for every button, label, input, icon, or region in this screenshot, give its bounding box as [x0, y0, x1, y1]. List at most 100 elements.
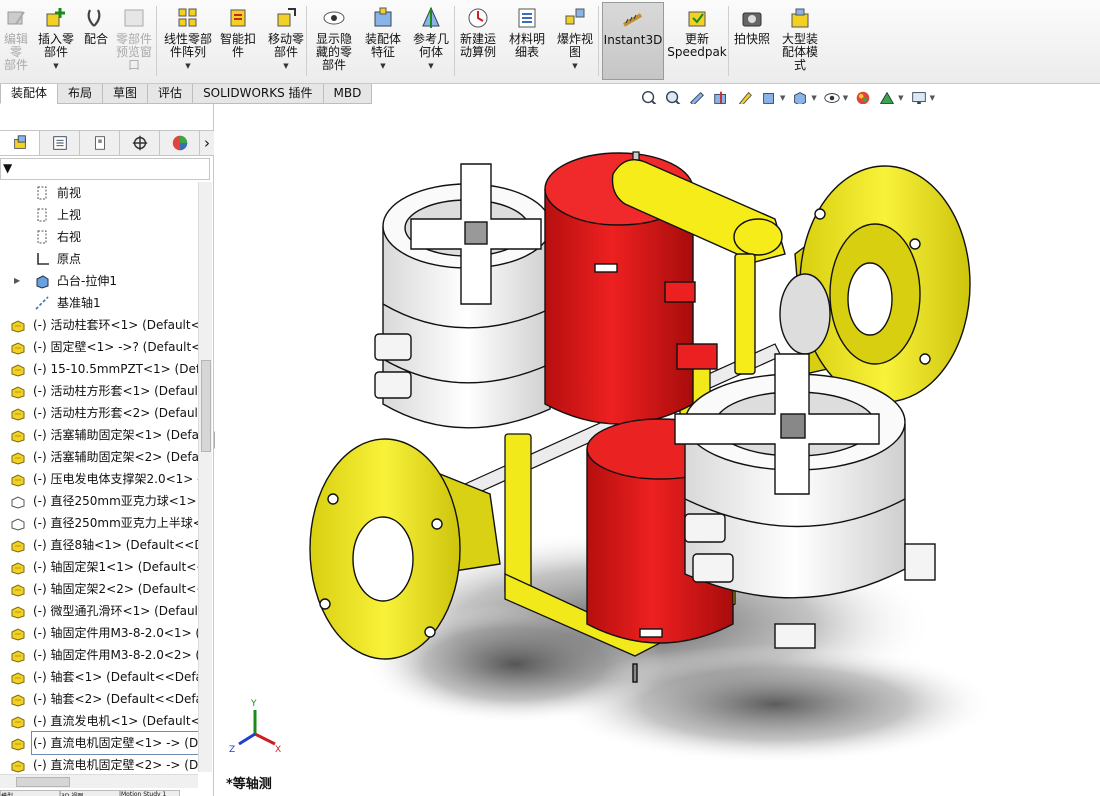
tree-vertical-scrollbar[interactable]	[198, 182, 212, 772]
ribbon-button-reference-geometry[interactable]: 参考几 何体 ▼	[410, 2, 452, 80]
ribbon-button-label: 显示隐 藏的零 部件	[315, 32, 352, 72]
tab-3[interactable]: 评估	[147, 84, 194, 104]
bottom-tabs: 模型3D 视图Motion Study 1	[0, 790, 300, 796]
dropdown-arrow-icon[interactable]: ▼	[572, 60, 577, 73]
tree-item[interactable]: (-) 压电发电体支撑架2.0<1> -	[0, 468, 198, 490]
tree-item[interactable]: 前视	[0, 182, 198, 204]
ribbon-button-motion-study[interactable]: 新建运 动算例	[455, 2, 501, 80]
axis-icon	[34, 295, 50, 311]
tab-4[interactable]: SOLIDWORKS 插件	[192, 84, 324, 104]
tree-item[interactable]: (-) 直流发电机<1> (Default<	[0, 710, 198, 732]
filter-icon[interactable]: ▼	[3, 161, 12, 175]
tree-item[interactable]: (-) 活塞辅助固定架<2> (Defa	[0, 446, 198, 468]
property-manager-icon[interactable]	[40, 131, 80, 155]
ribbon-button-mate[interactable]: 配合	[82, 2, 110, 80]
tree-item[interactable]: (-) 15-10.5mmPZT<1> (Defa	[0, 358, 198, 380]
ribbon-button-smart-fastener[interactable]: 智能扣 件	[218, 2, 258, 80]
chevron-down-icon[interactable]: ▼	[780, 94, 785, 102]
mate-icon	[84, 6, 108, 30]
ribbon-button-assembly-feature[interactable]: 装配体 特征 ▼	[360, 2, 406, 80]
ribbon-button-move-component[interactable]: 移动零 部件 ▼	[262, 2, 310, 80]
tree-item[interactable]: (-) 微型通孔滑环<1> (Default	[0, 600, 198, 622]
bom-icon	[515, 6, 539, 30]
dropdown-arrow-icon[interactable]: ▼	[283, 60, 288, 73]
tree-item[interactable]: (-) 直径250mm亚克力球<1>	[0, 490, 198, 512]
expand-arrow-icon[interactable]: ▶	[14, 270, 20, 292]
dropdown-arrow-icon[interactable]: ▼	[380, 60, 385, 73]
tree-item[interactable]: (-) 活动柱方形套<2> (Default	[0, 402, 198, 424]
tab-1[interactable]: 布局	[57, 84, 104, 104]
tree-item[interactable]: (-) 活动柱套环<1> (Default<	[0, 314, 198, 336]
bottom-tab-1[interactable]: 3D 视图	[60, 790, 120, 796]
ribbon-button-large-assembly[interactable]: 大型装 配体模 式	[776, 2, 824, 80]
dropdown-arrow-icon[interactable]: ▼	[53, 60, 58, 73]
chevron-down-icon[interactable]: ▼	[843, 94, 848, 102]
ribbon-button-exploded-view[interactable]: 爆炸视 图 ▼	[553, 2, 597, 80]
part-icon	[10, 383, 26, 399]
ribbon-button-edit-component[interactable]: 编辑零 部件	[0, 2, 32, 80]
tree-horizontal-scrollbar[interactable]	[0, 774, 198, 788]
tree-item[interactable]: 上视	[0, 204, 198, 226]
chevron-down-icon[interactable]: ▼	[898, 94, 903, 102]
tree-item[interactable]: (-) 轴固定架2<2> (Default<<	[0, 578, 198, 600]
ribbon-button-label: 拍快照	[733, 32, 770, 46]
ribbon-button-label: 零部件 预览窗 口	[115, 32, 152, 72]
tree-item[interactable]: (-) 轴固定件用M3-8-2.0<1> (	[0, 622, 198, 644]
tree-filter[interactable]: ▼	[0, 158, 210, 180]
chevron-down-icon[interactable]: ▼	[811, 94, 816, 102]
dropdown-arrow-icon[interactable]: ▼	[185, 60, 190, 73]
ribbon-separator	[598, 6, 599, 76]
part-icon	[10, 625, 26, 641]
tree-item[interactable]: (-) 活塞辅助固定架<1> (Defa	[0, 424, 198, 446]
assembly-model[interactable]: Y X Z	[215, 104, 1100, 790]
tree-item[interactable]: 基准轴1	[0, 292, 198, 314]
bottom-tab-2[interactable]: Motion Study 1	[120, 790, 180, 796]
tree-item[interactable]: (-) 直径250mm亚克力上半球<	[0, 512, 198, 534]
tab-2[interactable]: 草图	[102, 84, 149, 104]
tree-item[interactable]: (-) 固定壁<1> ->? (Default<	[0, 336, 198, 358]
more-tabs-icon[interactable]: ›	[200, 131, 214, 155]
ribbon-button-insert-component[interactable]: 插入零 部件 ▼	[38, 2, 74, 80]
tree-item-label: (-) 微型通孔滑环<1> (Default	[33, 604, 198, 618]
tree-item[interactable]: (-) 轴固定件用M3-8-2.0<2> (	[0, 644, 198, 666]
scroll-thumb[interactable]	[201, 360, 211, 452]
tree-item[interactable]: (-) 活动柱方形套<1> (Default	[0, 380, 198, 402]
tree-item[interactable]: (-) 直流电机固定壁<2> -> (D	[0, 754, 198, 774]
chevron-down-icon[interactable]: ▼	[930, 94, 935, 102]
tree-item[interactable]: (-) 轴套<2> (Default<<Defa	[0, 688, 198, 710]
ribbon-button-snapshot[interactable]: 拍快照	[732, 2, 772, 80]
bottom-tab-0[interactable]: 模型	[0, 790, 60, 796]
dropdown-arrow-icon[interactable]: ▼	[428, 60, 433, 73]
graphics-area[interactable]: Y X Z	[215, 104, 1100, 790]
display-manager-icon[interactable]	[160, 131, 200, 155]
feature-manager-icon[interactable]	[0, 131, 40, 155]
configuration-manager-icon[interactable]	[80, 131, 120, 155]
tree-item[interactable]: (-) 轴固定架1<1> (Default<<	[0, 556, 198, 578]
tree-item[interactable]: (-) 直径8轴<1> (Default<<D	[0, 534, 198, 556]
ribbon-button-label: 大型装 配体模 式	[781, 32, 818, 72]
ribbon-button-label: 爆炸视 图	[556, 32, 593, 59]
plane-icon	[34, 229, 50, 245]
ribbon-button-speedpak[interactable]: 更新 Speedpak	[665, 2, 729, 80]
ribbon-button-linear-pattern[interactable]: 线性零部 件阵列 ▼	[160, 2, 216, 80]
ribbon-button-label: 移动零 部件	[267, 32, 304, 59]
white-housing-left[interactable]	[374, 163, 552, 429]
dimxpert-icon[interactable]	[120, 131, 160, 155]
ribbon-button-show-hidden[interactable]: 显示隐 藏的零 部件	[312, 2, 356, 80]
ribbon-button-instant3d[interactable]: Instant3D	[602, 2, 664, 80]
command-manager-tabs: 装配体 布局 草图 评估 SOLIDWORKS 插件 MBD	[0, 84, 380, 104]
ribbon-button-component-preview[interactable]: 零部件 预览窗 口	[114, 2, 154, 80]
tab-0[interactable]: 装配体	[0, 84, 59, 104]
panel-tabs: ›	[0, 130, 214, 156]
tree-item[interactable]: (-) 轴套<1> (Default<<Defa	[0, 666, 198, 688]
tab-5[interactable]: MBD	[322, 84, 373, 104]
scroll-thumb[interactable]	[16, 777, 70, 787]
part-icon	[10, 581, 26, 597]
tree-item[interactable]: 右视	[0, 226, 198, 248]
ribbon-button-bom[interactable]: 材料明 细表	[505, 2, 549, 80]
part-icon	[10, 603, 26, 619]
tree-item[interactable]: ▶ 凸台-拉伸1	[0, 270, 198, 292]
tree-item[interactable]: (-) 直流电机固定壁<1> -> (D	[0, 731, 198, 755]
tree-item-label: 右视	[57, 230, 82, 244]
tree-item[interactable]: 原点	[0, 248, 198, 270]
